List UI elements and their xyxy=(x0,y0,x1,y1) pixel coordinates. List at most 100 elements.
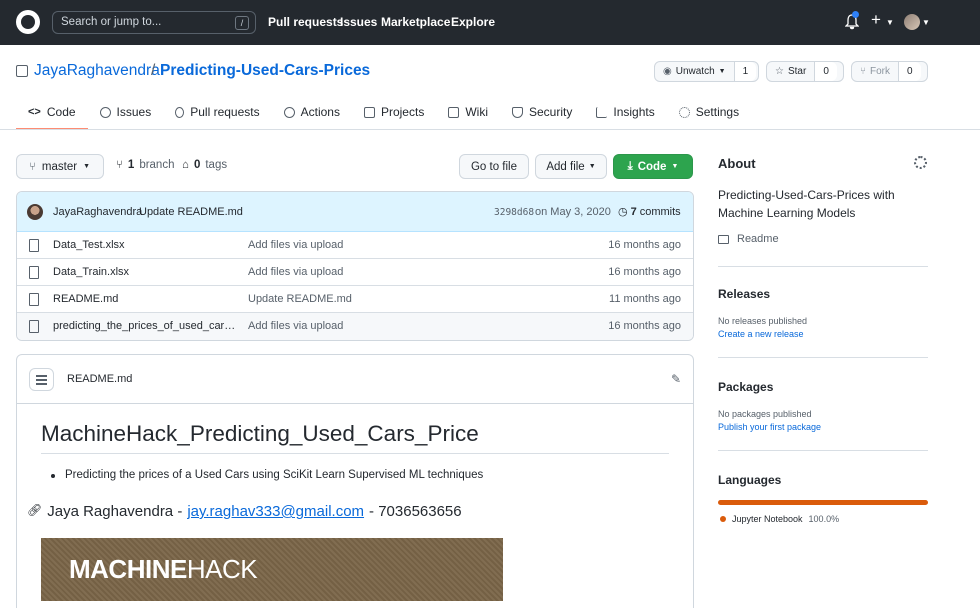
tab-wiki[interactable]: Wiki xyxy=(436,95,500,129)
notifications-bell-icon[interactable] xyxy=(844,11,860,30)
branches-link[interactable]: ⑂ 1 branch xyxy=(116,159,174,171)
readme-file-title[interactable]: README.md xyxy=(67,373,132,385)
sidebar-divider xyxy=(718,357,928,358)
file-row[interactable]: Data_Train.xlsx Add files via upload 16 … xyxy=(17,259,693,286)
repo-tabs: <> Code Issues Pull requests Actions Pro… xyxy=(16,95,751,130)
notification-dot xyxy=(852,11,859,18)
language-item[interactable]: Jupyter Notebook 100.0% xyxy=(720,514,839,524)
history-icon: ◷ xyxy=(618,206,628,218)
create-release-link[interactable]: Create a new release xyxy=(718,329,804,339)
tab-label: Projects xyxy=(380,105,425,119)
author-phone: - 7036563656 xyxy=(369,503,462,520)
publish-package-link[interactable]: Publish your first package xyxy=(718,422,821,432)
readme-heading: MachineHack_Predicting_Used_Cars_Price xyxy=(41,421,669,454)
author-email-link[interactable]: jay.raghav333@gmail.com xyxy=(187,503,364,520)
branch-select-button[interactable]: ⑂ master ▼ xyxy=(16,154,104,179)
watch-button-group: ◉ Unwatch ▼ 1 xyxy=(654,61,759,82)
commits-count: 7 xyxy=(630,205,637,218)
tab-actions[interactable]: Actions xyxy=(272,95,352,129)
search-input[interactable]: Search or jump to... / xyxy=(52,11,256,34)
commits-history-link[interactable]: ◷ 7 commits xyxy=(618,205,681,219)
file-name[interactable]: Data_Test.xlsx xyxy=(53,239,238,251)
commit-author-avatar[interactable] xyxy=(27,204,43,220)
file-row[interactable]: README.md Update README.md 11 months ago xyxy=(17,286,693,313)
edit-pencil-icon[interactable]: ✎ xyxy=(671,372,681,386)
file-icon xyxy=(29,266,39,279)
file-name[interactable]: predicting_the_prices_of_used_cars.ip... xyxy=(53,320,238,332)
file-commit-message[interactable]: Add files via upload xyxy=(248,266,343,278)
latest-commit-bar: JayaRaghavendra Update README.md 3298d68… xyxy=(17,192,693,232)
file-browser: JayaRaghavendra Update README.md 3298d68… xyxy=(16,191,694,341)
watchers-count[interactable]: 1 xyxy=(734,62,757,81)
create-new-plus-icon[interactable]: + xyxy=(871,10,881,30)
file-age: 16 months ago xyxy=(608,266,681,278)
code-download-button[interactable]: ⤓ Code ▼ xyxy=(613,154,693,179)
nav-issues[interactable]: Issues xyxy=(340,15,377,29)
play-icon xyxy=(283,106,295,118)
file-icon xyxy=(29,320,39,333)
packages-heading[interactable]: Packages xyxy=(718,380,773,394)
chevron-down-icon: ▼ xyxy=(671,163,679,170)
tabs-divider xyxy=(0,129,980,130)
book-icon xyxy=(448,106,460,118)
tab-pull-requests[interactable]: Pull requests xyxy=(163,95,271,129)
search-placeholder: Search or jump to... xyxy=(61,16,162,28)
add-file-button[interactable]: Add file ▼ xyxy=(535,154,607,179)
releases-heading[interactable]: Releases xyxy=(718,287,770,301)
unwatch-button[interactable]: ◉ Unwatch ▼ xyxy=(655,62,735,81)
eye-icon: ◉ xyxy=(663,66,672,77)
github-logo-icon[interactable] xyxy=(16,10,40,34)
file-name[interactable]: README.md xyxy=(53,293,238,305)
tab-projects[interactable]: Projects xyxy=(352,95,436,129)
stargazers-count[interactable]: 0 xyxy=(815,62,837,81)
star-button[interactable]: ☆ Star xyxy=(767,62,816,81)
file-name[interactable]: Data_Train.xlsx xyxy=(53,266,238,278)
language-bar xyxy=(718,500,928,505)
file-row[interactable]: predicting_the_prices_of_used_cars.ip...… xyxy=(17,313,693,340)
commit-message[interactable]: Update README.md xyxy=(139,206,243,218)
user-avatar[interactable] xyxy=(904,14,920,30)
fork-button[interactable]: ⑂ Fork xyxy=(852,62,899,81)
fork-icon: ⑂ xyxy=(860,66,866,77)
tab-issues[interactable]: Issues xyxy=(88,95,164,129)
about-description: Predicting-Used-Cars-Prices with Machine… xyxy=(718,188,895,220)
chevron-down-icon[interactable]: ▼ xyxy=(922,18,930,27)
go-to-file-button[interactable]: Go to file xyxy=(459,154,529,179)
chevron-down-icon[interactable]: ▼ xyxy=(886,18,894,27)
tab-code[interactable]: <> Code xyxy=(16,95,88,130)
nav-pull-requests[interactable]: Pull requests xyxy=(268,15,343,29)
file-row[interactable]: Data_Test.xlsx Add files via upload 16 m… xyxy=(17,232,693,259)
tab-label: Pull requests xyxy=(190,105,260,119)
anchor-link-icon[interactable]: 🔗︎ xyxy=(27,503,42,520)
unwatch-label: Unwatch xyxy=(675,66,715,77)
gear-icon[interactable] xyxy=(914,156,927,169)
chevron-down-icon: ▼ xyxy=(588,163,596,170)
nav-marketplace[interactable]: Marketplace xyxy=(381,15,450,29)
readme-link[interactable]: Readme xyxy=(718,233,779,245)
forks-count[interactable]: 0 xyxy=(899,62,921,81)
nav-explore[interactable]: Explore xyxy=(451,15,495,29)
repo-book-icon xyxy=(16,65,28,77)
tab-insights[interactable]: Insights xyxy=(584,95,666,129)
git-branch-icon: ⑂ xyxy=(29,160,36,173)
git-branch-icon: ⑂ xyxy=(116,159,123,171)
download-icon: ⤓ xyxy=(627,160,633,172)
branch-name: master xyxy=(41,160,78,173)
tab-settings[interactable]: Settings xyxy=(667,95,751,129)
file-commit-message[interactable]: Add files via upload xyxy=(248,320,343,332)
tab-security[interactable]: Security xyxy=(500,95,584,129)
repo-owner-link[interactable]: JayaRaghavendra xyxy=(34,62,160,80)
releases-empty-text: No releases published xyxy=(718,316,808,326)
branches-count: 1 xyxy=(127,159,135,171)
tags-link[interactable]: ⌂ 0 tags xyxy=(182,159,227,171)
commit-author[interactable]: JayaRaghavendra xyxy=(53,206,142,218)
repo-name-link[interactable]: Predicting-Used-Cars-Prices xyxy=(160,62,370,80)
table-of-contents-icon[interactable] xyxy=(29,368,54,391)
search-shortcut-key: / xyxy=(235,16,249,30)
language-name: Jupyter Notebook xyxy=(732,514,803,524)
file-commit-message[interactable]: Update README.md xyxy=(248,293,352,305)
graph-icon xyxy=(596,106,608,118)
commit-sha[interactable]: 3298d68 xyxy=(494,207,534,218)
file-commit-message[interactable]: Add files via upload xyxy=(248,239,343,251)
language-percent: 100.0% xyxy=(808,514,840,524)
